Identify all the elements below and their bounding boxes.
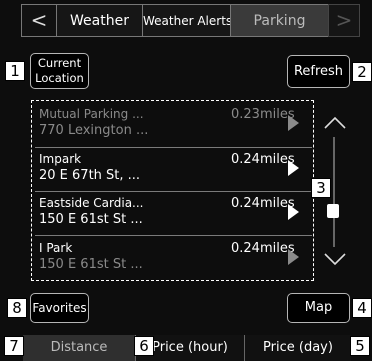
callout-6: 6 [134, 336, 154, 356]
callout-2: 2 [352, 62, 372, 82]
play-arrow-icon[interactable] [288, 204, 299, 220]
current-location-button[interactable]: Current Location [30, 53, 89, 89]
tab-parking[interactable]: Parking [231, 4, 328, 37]
parking-screen: < Weather Weather Alerts Parking > Curre… [0, 0, 372, 361]
chevron-up-icon[interactable] [320, 112, 350, 134]
parking-name: Impark [39, 152, 82, 166]
list-item[interactable]: Eastside Cardia... 150 E 61st St ... 0.2… [35, 192, 312, 236]
next-arrow-button[interactable]: > [328, 4, 360, 37]
current-location-label-line1: Current [37, 56, 82, 70]
parking-address: 20 E 67th St, ... [39, 168, 141, 183]
parking-name: Eastside Cardia... [39, 196, 144, 210]
parking-name: Mutual Parking ... [39, 107, 144, 121]
callout-5: 5 [350, 336, 370, 356]
parking-distance: 0.23miles [231, 107, 295, 122]
list-item[interactable]: Impark 20 E 67th St, ... 0.24miles [35, 148, 312, 192]
refresh-button[interactable]: Refresh [287, 55, 350, 88]
row-divider [35, 235, 312, 236]
back-arrow-button[interactable]: < [21, 4, 57, 37]
tab-sort-price-day[interactable]: Price (day) [245, 335, 351, 361]
callout-3: 3 [311, 178, 331, 198]
list-item[interactable]: I Park 150 E 61st St ... 0.24miles [35, 237, 312, 278]
parking-name: I Park [39, 241, 73, 255]
tab-weather[interactable]: Weather [57, 4, 143, 37]
scrollbar-track[interactable] [333, 137, 335, 247]
map-button[interactable]: Map [287, 293, 350, 323]
parking-address: 770 Lexington ... [39, 123, 149, 138]
favorites-button[interactable]: Favorites [30, 293, 89, 323]
parking-distance: 0.24miles [231, 196, 295, 211]
parking-distance: 0.24miles [231, 152, 295, 167]
top-tab-bar: < Weather Weather Alerts Parking > [0, 0, 372, 43]
tab-weather-alerts[interactable]: Weather Alerts [143, 4, 231, 37]
tab-sort-distance[interactable]: Distance [23, 335, 135, 361]
parking-list: Mutual Parking ... 770 Lexington ... 0.2… [35, 103, 312, 278]
parking-address: 150 E 61st St ... [39, 212, 143, 227]
callout-4: 4 [352, 298, 372, 318]
chevron-down-icon[interactable] [320, 248, 350, 270]
list-item[interactable]: Mutual Parking ... 770 Lexington ... 0.2… [35, 103, 312, 147]
parking-distance: 0.24miles [231, 241, 295, 256]
callout-8: 8 [7, 298, 27, 318]
callout-7: 7 [4, 336, 24, 356]
play-arrow-icon[interactable] [288, 160, 299, 176]
parking-address: 150 E 61st St ... [39, 257, 143, 272]
current-location-label-line2: Location [35, 71, 84, 85]
callout-1: 1 [5, 61, 25, 81]
play-arrow-icon[interactable] [288, 115, 299, 131]
play-arrow-icon[interactable] [288, 249, 299, 265]
scrollbar-thumb[interactable] [327, 204, 339, 218]
